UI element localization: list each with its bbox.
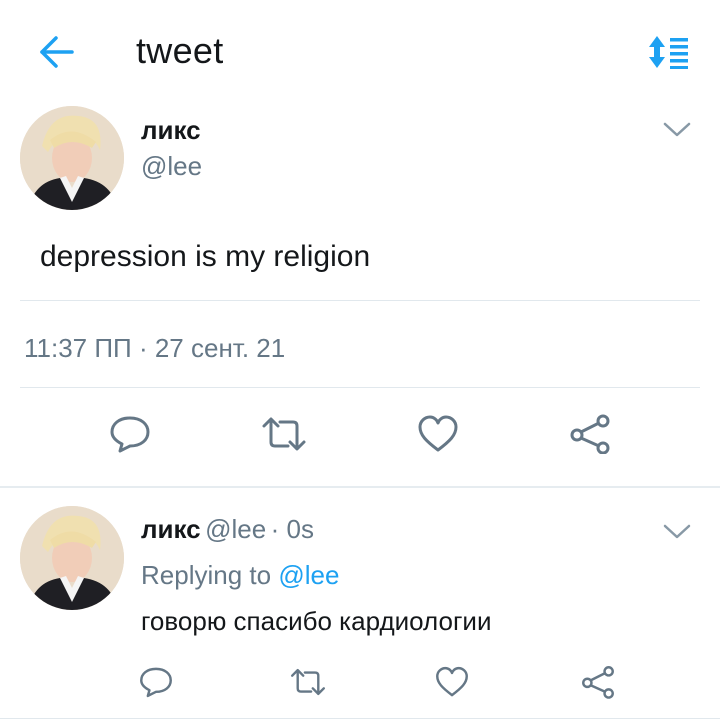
section-divider: [0, 486, 720, 488]
reply-user-handle[interactable]: @lee: [205, 514, 266, 544]
divider: [20, 387, 700, 388]
back-arrow-icon[interactable]: [36, 34, 76, 70]
avatar[interactable]: [20, 106, 124, 210]
reply-retweet-button[interactable]: [286, 664, 330, 704]
reply-share-button[interactable]: [576, 664, 620, 704]
reply-button[interactable]: [106, 414, 154, 458]
replying-to-handle[interactable]: @lee: [278, 560, 339, 590]
share-icon: [568, 414, 612, 459]
chevron-down-icon[interactable]: [662, 120, 692, 140]
reply-header: ликс @lee · 0s: [141, 514, 314, 545]
bottom-divider: [0, 718, 720, 719]
page-title: tweet: [136, 30, 224, 71]
reply-icon: [108, 414, 152, 459]
reply-text: говорю спасибо кардиологии: [141, 606, 492, 636]
reply-reply-button[interactable]: [134, 664, 178, 704]
heart-icon: [416, 414, 460, 459]
chevron-down-icon[interactable]: [662, 522, 692, 542]
like-button[interactable]: [414, 414, 462, 458]
reply-icon: [138, 665, 174, 704]
retweet-button[interactable]: [260, 414, 308, 458]
display-name[interactable]: ликс: [141, 115, 201, 146]
heart-icon: [434, 665, 470, 704]
replying-to-line: Replying to @lee: [141, 560, 339, 591]
retweet-icon: [260, 414, 308, 459]
tweet-timestamp: 11:37 ПП · 27 сент. 21: [24, 333, 286, 363]
reply-display-name[interactable]: ликс: [141, 514, 201, 544]
sort-icon[interactable]: [646, 34, 690, 70]
divider: [20, 300, 700, 301]
share-icon: [580, 665, 616, 704]
retweet-icon: [289, 665, 327, 704]
reply-like-button[interactable]: [430, 664, 474, 704]
tweet-text: depression is my religion: [40, 240, 371, 273]
share-button[interactable]: [566, 414, 614, 458]
reply-avatar[interactable]: [20, 506, 124, 610]
replying-to-label: Replying to: [141, 560, 272, 590]
reply-time-ago: · 0s: [270, 514, 314, 544]
user-handle[interactable]: @lee: [141, 151, 202, 182]
